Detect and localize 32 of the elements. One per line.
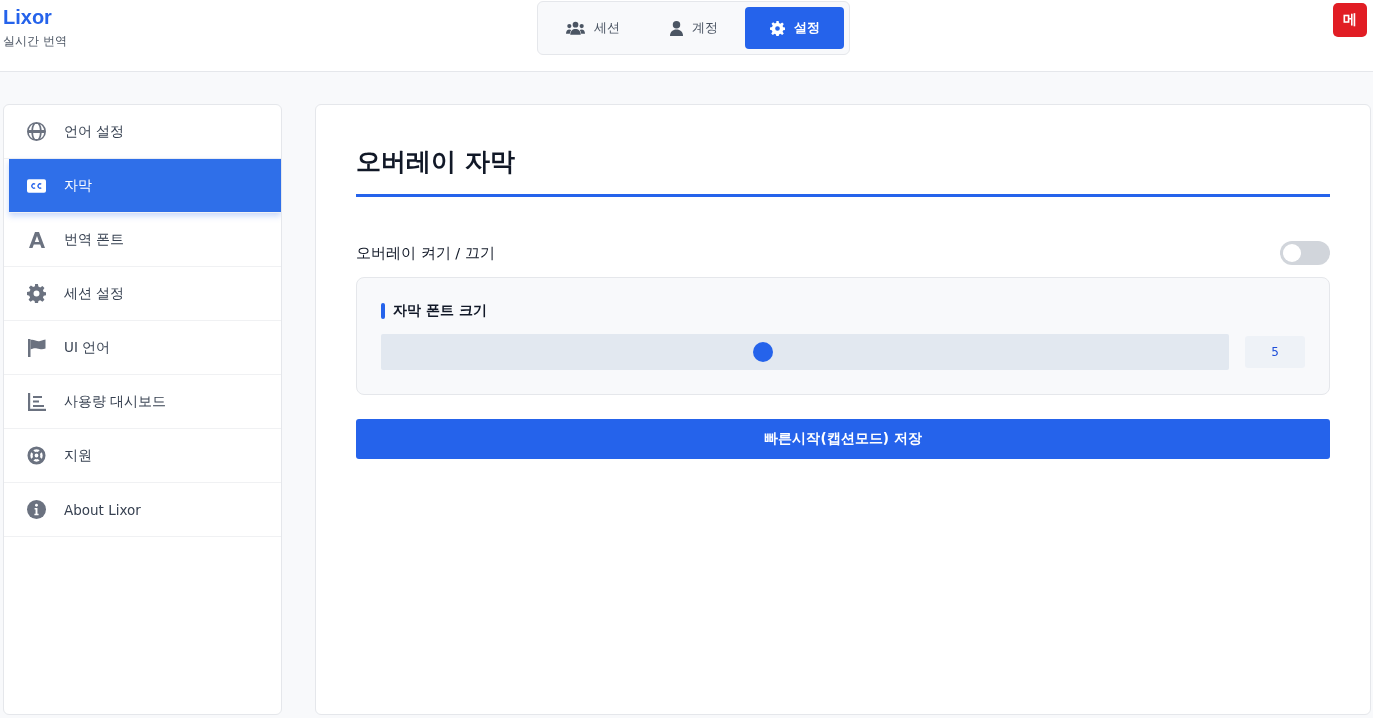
sidebar-item[interactable]: 번역 폰트 — [4, 213, 281, 267]
sidebar-item[interactable]: UI 언어 — [4, 321, 281, 375]
slider-track[interactable] — [381, 334, 1229, 370]
sidebar-item[interactable]: 자막 — [9, 159, 281, 213]
chart-icon — [27, 392, 46, 411]
info-icon — [27, 500, 46, 519]
toggle-label: 오버레이 켜기 / 끄기 — [356, 243, 495, 263]
menu-button[interactable]: 메 — [1333, 3, 1367, 37]
overlay-toggle[interactable] — [1280, 241, 1330, 265]
globe-icon — [27, 122, 46, 141]
cc-icon — [27, 178, 46, 193]
lifebuoy-icon — [27, 446, 46, 465]
save-button[interactable]: 빠른시작(캡션모드) 저장 — [356, 419, 1330, 459]
settings-icon — [769, 20, 785, 36]
user-icon — [669, 20, 683, 36]
tab[interactable]: 설정 — [745, 7, 844, 49]
slider-value: 5 — [1245, 336, 1305, 368]
flag-icon — [27, 338, 46, 357]
slider-thumb[interactable] — [752, 342, 773, 362]
sidebar-item[interactable]: 세션 설정 — [4, 267, 281, 321]
tab[interactable]: 세션 — [543, 7, 642, 49]
app-title: Lixor — [3, 6, 53, 29]
tab[interactable]: 계정 — [644, 7, 743, 49]
section-title: 오버레이 자막 — [356, 146, 516, 178]
gear-icon — [27, 284, 46, 303]
sidebar-item[interactable]: 사용량 대시보드 — [4, 375, 281, 429]
users-icon — [565, 21, 585, 35]
setting-label: 자막 폰트 크기 — [393, 302, 487, 320]
sidebar-item[interactable]: 지원 — [4, 429, 281, 483]
app-subtitle: 실시간 번역 — [3, 33, 67, 50]
sidebar-item[interactable]: About Lixor — [4, 483, 281, 537]
font-icon — [27, 230, 46, 249]
